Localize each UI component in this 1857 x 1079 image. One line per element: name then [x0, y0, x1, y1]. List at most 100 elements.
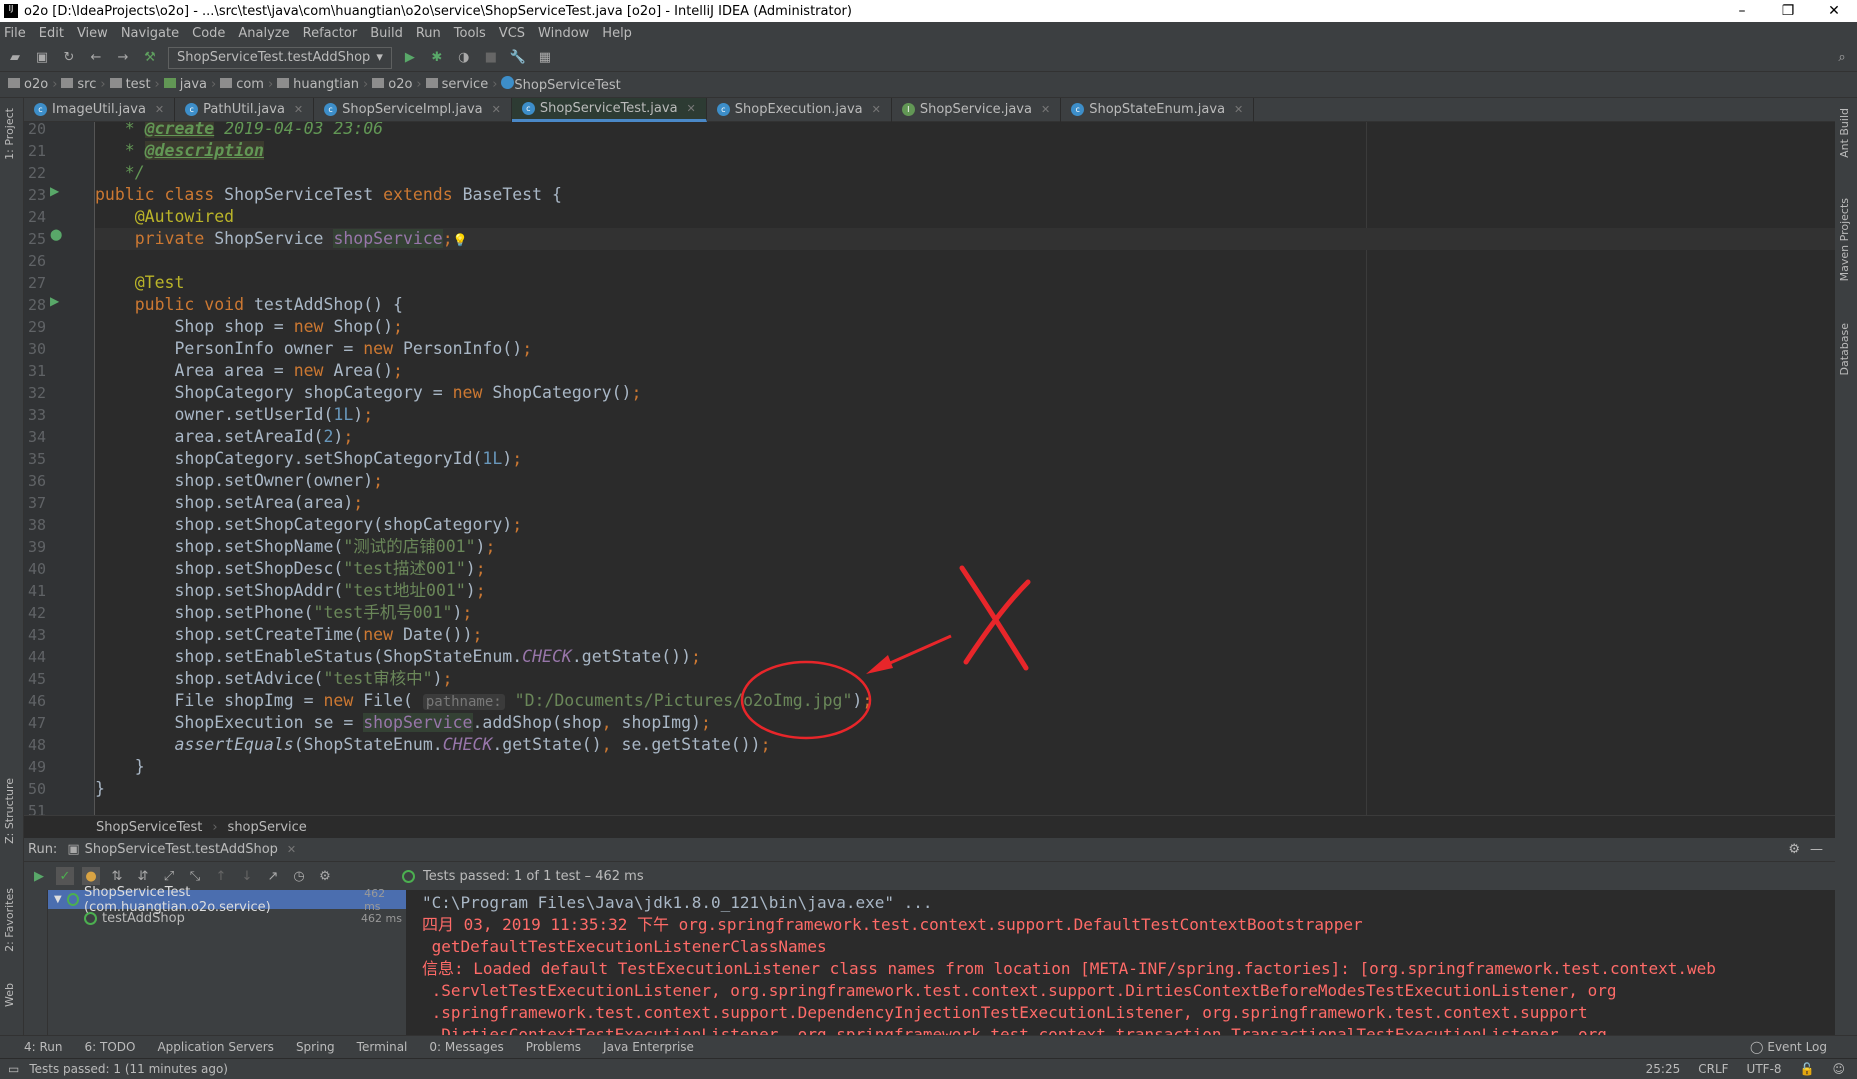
breadcrumb-item[interactable]: src: [61, 77, 96, 92]
save-icon[interactable]: ▣: [33, 49, 51, 67]
close-icon[interactable]: ✕: [287, 843, 296, 856]
test-tree-node[interactable]: ▼ ShopServiceTest (com.huangtian.o2o.serv…: [48, 885, 406, 915]
close-icon[interactable]: ✕: [155, 103, 164, 116]
inspector-icon[interactable]: ☺: [1832, 1062, 1845, 1076]
run-test-gutter-icon[interactable]: ▶: [50, 184, 59, 198]
breadcrumb-item[interactable]: huangtian: [277, 77, 359, 92]
open-icon[interactable]: ▰: [6, 49, 24, 67]
tab-shopserviceimpl[interactable]: c ShopServiceImpl.java ✕: [314, 97, 512, 122]
run-icon[interactable]: ▶: [401, 49, 419, 67]
tool-window-messages[interactable]: 0: Messages: [429, 1040, 503, 1054]
menu-analyze[interactable]: Analyze: [238, 26, 289, 41]
crumb-field[interactable]: shopService: [228, 820, 307, 835]
debug-icon[interactable]: ✱: [428, 49, 446, 67]
close-icon[interactable]: ✕: [294, 103, 303, 116]
database-button[interactable]: Database: [1838, 323, 1851, 376]
settings-icon[interactable]: ⚙: [316, 867, 334, 885]
stop-icon[interactable]: ■: [482, 49, 500, 67]
breadcrumb-item[interactable]: com: [220, 77, 264, 92]
console-output[interactable]: "C:\Program Files\Java\jdk1.8.0_121\bin\…: [406, 890, 1806, 1035]
ant-build-button[interactable]: Ant Build: [1838, 108, 1851, 158]
code-area[interactable]: * @create 2019-04-03 23:06 * @descriptio…: [95, 122, 1835, 815]
maximize-button[interactable]: ❐: [1765, 3, 1811, 19]
breadcrumb-item[interactable]: java: [163, 77, 207, 92]
rerun-icon[interactable]: ▶: [30, 867, 48, 885]
minimize-button[interactable]: –: [1719, 3, 1765, 19]
tool-window-spring[interactable]: Spring: [296, 1040, 335, 1054]
close-icon[interactable]: ✕: [1234, 103, 1243, 116]
show-passed-icon[interactable]: ✓: [56, 867, 74, 885]
tab-pathutil[interactable]: c PathUtil.java ✕: [175, 97, 315, 122]
tool-window-applicationservers[interactable]: Application Servers: [157, 1040, 273, 1054]
expand-all-icon[interactable]: ⤢: [160, 867, 178, 885]
event-log-button[interactable]: ◯ Event Log: [1750, 1040, 1827, 1054]
run-test-gutter-icon[interactable]: ▶: [50, 294, 59, 308]
tool-window-run[interactable]: 4: Run: [24, 1040, 63, 1054]
favorites-panel-button[interactable]: 2: Favorites: [3, 888, 16, 952]
expand-arrow-icon[interactable]: ▼: [54, 894, 62, 905]
web-panel-button[interactable]: Web: [3, 983, 16, 1007]
menu-run[interactable]: Run: [416, 26, 441, 41]
menu-view[interactable]: View: [77, 26, 108, 41]
menu-build[interactable]: Build: [370, 26, 403, 41]
test-tree[interactable]: ▼ ShopServiceTest (com.huangtian.o2o.serv…: [48, 885, 406, 1035]
code-editor[interactable]: 20 21 22 23 ▶ 24 25 ⬤ 26 27 28 ▶ 29 30 31 32 33 34 35 36 37 3…: [24, 122, 1835, 815]
breadcrumb-item[interactable]: service: [425, 77, 488, 92]
run-tab[interactable]: ▣ ShopServiceTest.testAddShop ✕: [67, 842, 296, 857]
caret-position[interactable]: 25:25: [1646, 1062, 1681, 1076]
close-icon[interactable]: ✕: [492, 103, 501, 116]
breadcrumb-item[interactable]: o2o: [372, 77, 412, 92]
menu-refactor[interactable]: Refactor: [303, 26, 358, 41]
tab-shopservice[interactable]: I ShopService.java ✕: [892, 97, 1062, 122]
forward-icon[interactable]: →: [114, 49, 132, 67]
menu-file[interactable]: File: [4, 26, 26, 41]
close-icon[interactable]: ✕: [872, 103, 881, 116]
collapse-all-icon[interactable]: ⤡: [186, 867, 204, 885]
menu-tools[interactable]: Tools: [454, 26, 486, 41]
tab-shopexecution[interactable]: c ShopExecution.java ✕: [707, 97, 892, 122]
breadcrumb-item[interactable]: test: [109, 77, 151, 92]
menu-window[interactable]: Window: [538, 26, 589, 41]
search-icon[interactable]: ⌕: [1833, 49, 1851, 67]
build-icon[interactable]: ⚒: [141, 49, 159, 67]
gear-icon[interactable]: ⚙: [1788, 842, 1800, 857]
sort-duration-icon[interactable]: ⇵: [134, 867, 152, 885]
close-icon[interactable]: ✕: [687, 102, 696, 115]
tool-window-javaenterprise[interactable]: Java Enterprise: [603, 1040, 694, 1054]
menu-edit[interactable]: Edit: [39, 26, 64, 41]
show-ignored-icon[interactable]: ●: [82, 867, 100, 885]
structure-panel-button[interactable]: Z: Structure: [3, 778, 16, 844]
history-icon[interactable]: ◷: [290, 867, 308, 885]
project-structure-icon[interactable]: ▦: [536, 49, 554, 67]
tab-imageutil[interactable]: c ImageUtil.java ✕: [24, 97, 176, 122]
back-icon[interactable]: ←: [87, 49, 105, 67]
hide-icon[interactable]: —: [1810, 842, 1823, 857]
tab-shopstateenum[interactable]: c ShopStateEnum.java ✕: [1061, 97, 1255, 122]
close-icon[interactable]: ✕: [1041, 103, 1050, 116]
settings-wrench-icon[interactable]: 🔧: [509, 49, 527, 67]
next-failed-icon[interactable]: ↓: [238, 867, 256, 885]
file-encoding[interactable]: UTF-8: [1747, 1062, 1782, 1076]
project-panel-button[interactable]: 1: Project: [3, 108, 16, 160]
tool-window-problems[interactable]: Problems: [526, 1040, 581, 1054]
menu-navigate[interactable]: Navigate: [121, 26, 179, 41]
sort-alpha-icon[interactable]: ⇅: [108, 867, 126, 885]
close-button[interactable]: ✕: [1811, 3, 1857, 19]
sync-icon[interactable]: ↻: [60, 49, 78, 67]
status-toggle-icon[interactable]: ▭: [8, 1062, 19, 1076]
prev-failed-icon[interactable]: ↑: [212, 867, 230, 885]
tool-window-todo[interactable]: 6: TODO: [85, 1040, 136, 1054]
coverage-icon[interactable]: ◑: [455, 49, 473, 67]
lock-icon[interactable]: 🔓: [1800, 1062, 1815, 1076]
crumb-class[interactable]: ShopServiceTest: [96, 820, 202, 835]
autowired-gutter-icon[interactable]: ⬤: [50, 228, 62, 241]
maven-projects-button[interactable]: Maven Projects: [1838, 198, 1851, 281]
menu-help[interactable]: Help: [602, 26, 632, 41]
tab-shopservicetest[interactable]: c ShopServiceTest.java ✕: [511, 97, 707, 122]
run-config-select[interactable]: ShopServiceTest.testAddShop ▾: [168, 46, 392, 69]
export-icon[interactable]: ↗: [264, 867, 282, 885]
line-separator[interactable]: CRLF: [1698, 1062, 1728, 1076]
menu-code[interactable]: Code: [192, 26, 225, 41]
menu-vcs[interactable]: VCS: [499, 26, 525, 41]
breadcrumb-item[interactable]: o2o: [8, 77, 48, 92]
